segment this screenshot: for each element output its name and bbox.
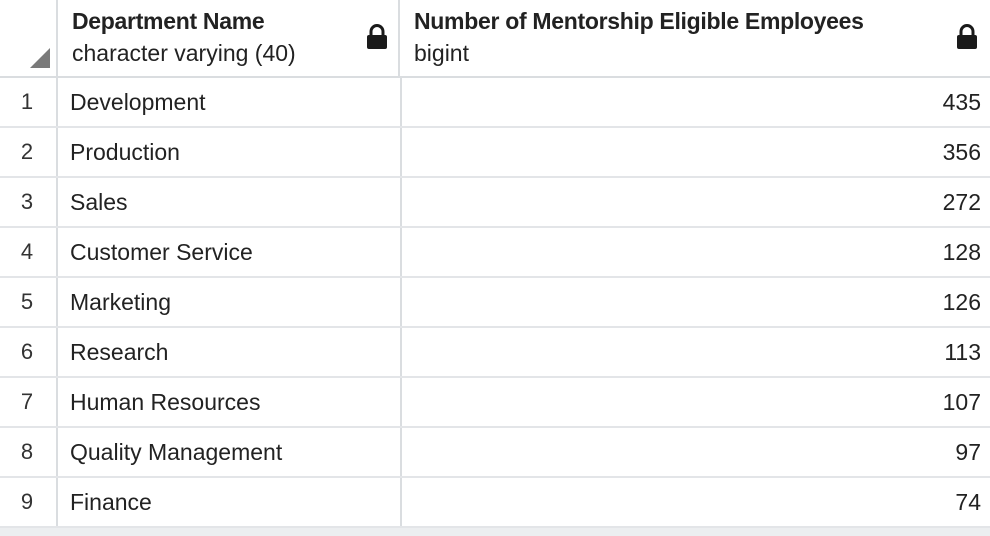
select-all-triangle-icon[interactable] (30, 48, 50, 68)
select-all-corner[interactable] (0, 0, 58, 76)
results-grid: Department Name character varying (40) N… (0, 0, 990, 536)
count-cell[interactable]: 74 (402, 478, 990, 526)
row-number[interactable]: 3 (0, 178, 58, 226)
table-row[interactable]: 3 Sales 272 (0, 178, 990, 228)
table-row[interactable]: 9 Finance 74 (0, 478, 990, 528)
department-cell[interactable]: Quality Management (58, 428, 402, 476)
department-cell[interactable]: Development (58, 78, 402, 126)
table-row[interactable]: 7 Human Resources 107 (0, 378, 990, 428)
department-cell[interactable]: Sales (58, 178, 402, 226)
grid-header: Department Name character varying (40) N… (0, 0, 990, 78)
count-cell[interactable]: 113 (402, 328, 990, 376)
row-number[interactable]: 6 (0, 328, 58, 376)
department-cell[interactable]: Marketing (58, 278, 402, 326)
department-cell[interactable]: Research (58, 328, 402, 376)
department-cell[interactable]: Finance (58, 478, 402, 526)
column-name: Department Name (72, 8, 265, 34)
count-cell[interactable]: 356 (402, 128, 990, 176)
table-row[interactable]: 8 Quality Management 97 (0, 428, 990, 478)
column-header-eligible-count[interactable]: Number of Mentorship Eligible Employees … (400, 0, 990, 76)
table-row[interactable]: 6 Research 113 (0, 328, 990, 378)
department-cell[interactable]: Production (58, 128, 402, 176)
count-cell[interactable]: 435 (402, 78, 990, 126)
department-cell[interactable]: Human Resources (58, 378, 402, 426)
lock-icon (957, 24, 977, 49)
count-cell[interactable]: 107 (402, 378, 990, 426)
count-cell[interactable]: 272 (402, 178, 990, 226)
table-row[interactable]: 5 Marketing 126 (0, 278, 990, 328)
count-cell[interactable]: 97 (402, 428, 990, 476)
row-number[interactable]: 5 (0, 278, 58, 326)
table-row[interactable]: 4 Customer Service 128 (0, 228, 990, 278)
table-row[interactable]: 2 Production 356 (0, 128, 990, 178)
column-name: Number of Mentorship Eligible Employees (414, 8, 864, 34)
row-number[interactable]: 4 (0, 228, 58, 276)
grid-body: 1 Development 435 2 Production 356 3 Sal… (0, 78, 990, 528)
count-cell[interactable]: 126 (402, 278, 990, 326)
row-number[interactable]: 8 (0, 428, 58, 476)
row-number[interactable]: 2 (0, 128, 58, 176)
column-type: bigint (414, 40, 469, 66)
table-row[interactable]: 1 Development 435 (0, 78, 990, 128)
department-cell[interactable]: Customer Service (58, 228, 402, 276)
column-header-department[interactable]: Department Name character varying (40) (58, 0, 400, 76)
row-number[interactable]: 9 (0, 478, 58, 526)
lock-icon (367, 24, 387, 49)
row-number[interactable]: 7 (0, 378, 58, 426)
count-cell[interactable]: 128 (402, 228, 990, 276)
row-number[interactable]: 1 (0, 78, 58, 126)
column-type: character varying (40) (72, 40, 296, 66)
